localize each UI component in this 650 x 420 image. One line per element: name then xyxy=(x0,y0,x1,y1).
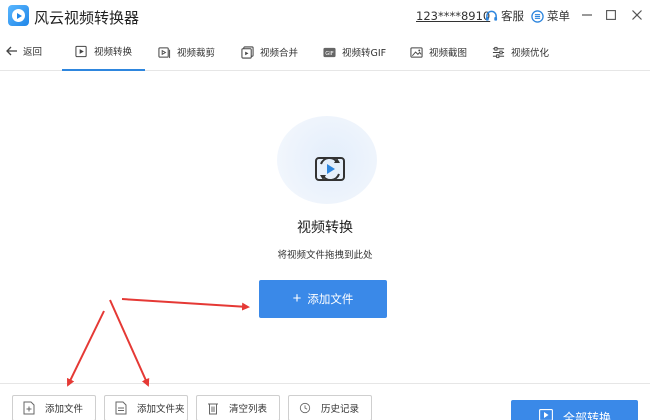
arrow-left-icon xyxy=(6,46,17,56)
minimize-button[interactable] xyxy=(580,8,594,22)
video-convert-icon xyxy=(75,45,87,57)
drop-hint: 将视频文件拖拽到此处 xyxy=(277,250,373,261)
tab-video-screenshot[interactable]: 视频截图 xyxy=(410,33,467,71)
screenshot-icon xyxy=(410,46,423,58)
arrow-to-add-file-bottom xyxy=(67,310,105,387)
minimize-icon xyxy=(582,14,592,16)
tab-video-merge[interactable]: 视频合并 xyxy=(241,33,298,71)
maximize-button[interactable] xyxy=(604,8,618,22)
clear-list-button[interactable]: 清空列表 xyxy=(196,395,280,420)
add-folder-button[interactable]: 添加文件夹 xyxy=(104,395,188,420)
tab-label: 视频裁剪 xyxy=(177,48,216,59)
video-convert-large-icon xyxy=(315,157,345,181)
plus-icon: + xyxy=(292,290,302,307)
add-file-icon xyxy=(23,401,35,415)
tab-label: 视频转换 xyxy=(94,47,133,58)
app-logo-icon xyxy=(8,5,29,26)
arrow-to-add-file-button xyxy=(121,298,250,311)
video-merge-icon xyxy=(241,45,254,59)
menu-icon xyxy=(531,9,544,23)
video-crop-icon xyxy=(158,46,171,58)
add-folder-label: 添加文件夹 xyxy=(137,404,185,415)
maximize-icon xyxy=(606,10,616,20)
gif-icon: GIF xyxy=(323,47,336,57)
back-button[interactable]: 返回 xyxy=(6,44,42,58)
close-icon xyxy=(632,10,642,20)
trash-icon xyxy=(208,403,218,415)
play-box-icon xyxy=(539,409,553,420)
clear-list-label: 清空列表 xyxy=(229,404,268,415)
add-folder-icon xyxy=(115,401,127,415)
headset-icon xyxy=(485,10,498,21)
app-title: 风云视频转换器 xyxy=(34,9,140,27)
menu-button[interactable]: 菜单 xyxy=(531,8,570,24)
title-bar: 风云视频转换器 123****8910 客服 菜单 xyxy=(0,0,650,33)
tab-label: 视频截图 xyxy=(429,48,468,59)
add-file-button[interactable]: + 添加文件 xyxy=(259,280,387,318)
svg-text:GIF: GIF xyxy=(325,50,333,56)
tab-label: 视频转GIF xyxy=(342,48,387,59)
tab-video-optimize[interactable]: 视频优化 xyxy=(492,33,549,71)
account-link[interactable]: 123****8910 xyxy=(416,9,490,23)
back-label: 返回 xyxy=(23,47,43,58)
tab-video-convert[interactable]: 视频转换 xyxy=(62,33,146,71)
add-file-label: 添加文件 xyxy=(307,294,354,306)
convert-all-button[interactable]: 全部转换 xyxy=(511,400,638,420)
history-button[interactable]: 历史记录 xyxy=(288,395,372,420)
tab-video-crop[interactable]: 视频裁剪 xyxy=(158,33,215,71)
menu-label: 菜单 xyxy=(547,9,570,23)
customer-service-button[interactable]: 客服 xyxy=(485,8,524,24)
add-file-bottom-button[interactable]: 添加文件 xyxy=(12,395,96,420)
history-label: 历史记录 xyxy=(321,404,360,415)
tab-label: 视频合并 xyxy=(260,48,299,59)
app-window: 风云视频转换器 123****8910 客服 菜单 返回 视频转换 视频裁剪 视… xyxy=(0,0,650,420)
close-button[interactable] xyxy=(630,8,644,22)
clock-icon xyxy=(299,402,311,414)
drop-zone-illustration xyxy=(267,116,383,208)
optimize-icon xyxy=(492,46,505,58)
convert-all-label: 全部转换 xyxy=(563,411,612,420)
customer-service-label: 客服 xyxy=(501,9,524,23)
tab-label: 视频优化 xyxy=(511,48,550,59)
feature-nav: 返回 视频转换 视频裁剪 视频合并 GIF 视频转GIF 视频截图 视频优化 xyxy=(0,33,650,71)
add-file-bottom-label: 添加文件 xyxy=(45,404,84,415)
page-title: 视频转换 xyxy=(297,220,353,236)
arrow-to-add-folder xyxy=(109,299,150,387)
tab-video-to-gif[interactable]: GIF 视频转GIF xyxy=(323,33,386,71)
